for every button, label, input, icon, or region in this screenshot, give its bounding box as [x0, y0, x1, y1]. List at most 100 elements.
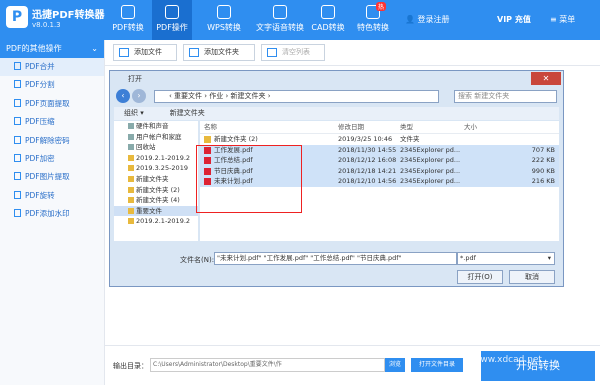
dialog-close-button[interactable]: ✕	[531, 72, 561, 85]
new-folder-button[interactable]: 新建文件夹	[170, 109, 205, 117]
back-arrow-icon[interactable]: ‹	[116, 89, 130, 103]
merge-icon	[14, 62, 21, 70]
open-output-dir-button[interactable]: 打开文件目录	[411, 358, 463, 372]
lock-icon	[14, 153, 21, 162]
tab-special-convert[interactable]: 特色转换热	[350, 0, 396, 40]
menu-button[interactable]: ≡ 菜单	[550, 14, 575, 25]
open-button[interactable]: 打开(O)	[457, 270, 503, 284]
tree-item[interactable]: 硬件和声音	[114, 121, 198, 132]
sidebar: PDF的其他操作 ⌄ PDF合并 PDF分割 PDF页面提取 PDF压缩 PDF解…	[0, 40, 105, 385]
tab-cad-convert[interactable]: CAD转换	[308, 0, 348, 40]
rotate-icon	[14, 190, 21, 199]
tree-item[interactable]: 新建文件夹 (2)	[114, 185, 198, 196]
folder-icon	[204, 136, 211, 143]
search-input[interactable]: 搜索 新建文件夹	[454, 90, 557, 103]
w-icon	[217, 5, 231, 19]
sidebar-item-encrypt[interactable]: PDF加密	[0, 150, 104, 168]
app-logo: P	[6, 6, 28, 28]
organize-menu[interactable]: 组织 ▾	[124, 109, 144, 117]
sidebar-item-compress[interactable]: PDF压缩	[0, 113, 104, 131]
folder-icon	[128, 207, 134, 214]
tree-item[interactable]: 回收站	[114, 142, 198, 153]
selection-highlight-box	[196, 145, 302, 213]
sidebar-item-extract-images[interactable]: PDF图片提取	[0, 168, 104, 186]
folder-icon	[128, 154, 134, 161]
address-bar: ‹ › ‹ 重要文件 › 作业 › 新建文件夹 › 搜索 新建文件夹	[114, 89, 559, 105]
tree-item[interactable]: 2019.3.25-2019	[114, 163, 198, 174]
dialog-toolbar: 组织 ▾ 新建文件夹	[114, 107, 559, 120]
col-date[interactable]: 修改日期	[338, 121, 364, 134]
split-icon	[14, 80, 21, 89]
folder-icon	[128, 165, 134, 172]
filetype-select[interactable]: *.pdf ▾	[457, 252, 555, 265]
vip-link[interactable]: VIP 充值	[497, 14, 531, 25]
dialog-title: 打开	[128, 75, 142, 83]
tab-pdf-operation[interactable]: PDF操作	[152, 0, 192, 40]
watermark-icon	[14, 209, 21, 218]
chevron-down-icon: ⌄	[91, 44, 98, 53]
gear-icon	[165, 5, 179, 19]
user-icon: 👤	[405, 15, 415, 24]
login-link[interactable]: 👤 登录注册	[405, 14, 450, 25]
top-bar: P 迅捷PDF转换器 v8.0.1.3 PDF转换 PDF操作 WPS转换 文字…	[0, 0, 600, 40]
path-breadcrumb[interactable]: ‹ 重要文件 › 作业 › 新建文件夹 ›	[154, 90, 439, 103]
filename-label: 文件名(N):	[180, 256, 215, 264]
watermark: www.xdcad.net	[473, 355, 542, 365]
tab-pdf-convert[interactable]: PDF转换	[108, 0, 148, 40]
col-size[interactable]: 大小	[464, 121, 477, 134]
folder-icon	[128, 186, 134, 193]
cad-icon	[321, 5, 335, 19]
add-file-icon	[119, 48, 129, 57]
audio-icon	[273, 5, 287, 19]
unlock-icon	[14, 135, 21, 144]
sidebar-item-watermark[interactable]: PDF添加水印	[0, 205, 104, 223]
menu-icon: ≡	[550, 15, 557, 24]
add-folder-button[interactable]: 添加文件夹	[183, 44, 255, 61]
tab-text-speech[interactable]: 文字语音转换	[252, 0, 308, 40]
hot-badge: 热	[375, 2, 386, 11]
file-list-header: 名称 修改日期 类型 大小	[200, 121, 559, 134]
chevron-down-icon: ▾	[547, 254, 551, 262]
open-file-dialog: 打开 ✕ ‹ › ‹ 重要文件 › 作业 › 新建文件夹 › 搜索 新建文件夹 …	[109, 70, 564, 287]
folder-tree: 硬件和声音 用户帐户和家庭 回收站 2019.2.1-2019.2 2019.3…	[114, 121, 198, 241]
output-dir-label: 输出目录：	[113, 362, 148, 370]
tree-item[interactable]: 新建文件夹 (4)	[114, 195, 198, 206]
folder-icon	[128, 218, 134, 225]
filename-input[interactable]: "未来计划.pdf" "工作发展.pdf" "工作总结.pdf" "节日庆典.p…	[214, 252, 457, 265]
tree-item[interactable]: 2019.2.1-2019.2	[114, 216, 198, 227]
add-file-button[interactable]: 添加文件	[113, 44, 177, 61]
sidebar-item-unlock[interactable]: PDF解除密码	[0, 132, 104, 150]
tree-item-selected[interactable]: 重要文件	[114, 205, 198, 217]
output-dir-input[interactable]: C:\Users\Administrator\Desktop\重要文件\作	[150, 358, 385, 372]
cancel-button[interactable]: 取消	[509, 270, 555, 284]
refresh-icon	[121, 5, 135, 19]
col-name[interactable]: 名称	[204, 121, 217, 134]
folder-icon	[189, 48, 199, 57]
compress-icon	[14, 117, 21, 126]
col-type[interactable]: 类型	[400, 121, 413, 134]
bottom-bar: 输出目录： C:\Users\Administrator\Desktop\重要文…	[105, 345, 600, 385]
sidebar-item-merge[interactable]: PDF合并	[0, 58, 104, 77]
sidebar-header[interactable]: PDF的其他操作 ⌄	[0, 40, 104, 58]
recycle-bin-icon	[128, 144, 134, 151]
tree-item[interactable]: 2019.2.1-2019.2	[114, 153, 198, 164]
trash-icon	[267, 48, 277, 57]
browse-button[interactable]: 浏览	[385, 358, 405, 372]
folder-icon	[128, 175, 134, 182]
folder-icon	[128, 197, 134, 204]
folder-icon	[128, 133, 134, 140]
image-icon	[14, 172, 21, 181]
tree-item[interactable]: 新建文件夹	[114, 174, 198, 185]
app-name: 迅捷PDF转换器	[32, 10, 105, 21]
app-version: v8.0.1.3	[32, 21, 61, 29]
file-row[interactable]: 新建文件夹 (2) 2019/3/25 10:46 文件夹	[200, 134, 559, 145]
clear-list-button[interactable]: 清空列表	[261, 44, 325, 61]
page-icon	[14, 98, 21, 107]
sidebar-item-extract-pages[interactable]: PDF页面提取	[0, 95, 104, 113]
folder-icon	[128, 123, 134, 129]
tree-item[interactable]: 用户帐户和家庭	[114, 132, 198, 143]
sidebar-item-rotate[interactable]: PDF旋转	[0, 187, 104, 205]
tab-wps-convert[interactable]: WPS转换	[196, 0, 252, 40]
forward-arrow-icon[interactable]: ›	[132, 89, 146, 103]
sidebar-item-split[interactable]: PDF分割	[0, 76, 104, 94]
